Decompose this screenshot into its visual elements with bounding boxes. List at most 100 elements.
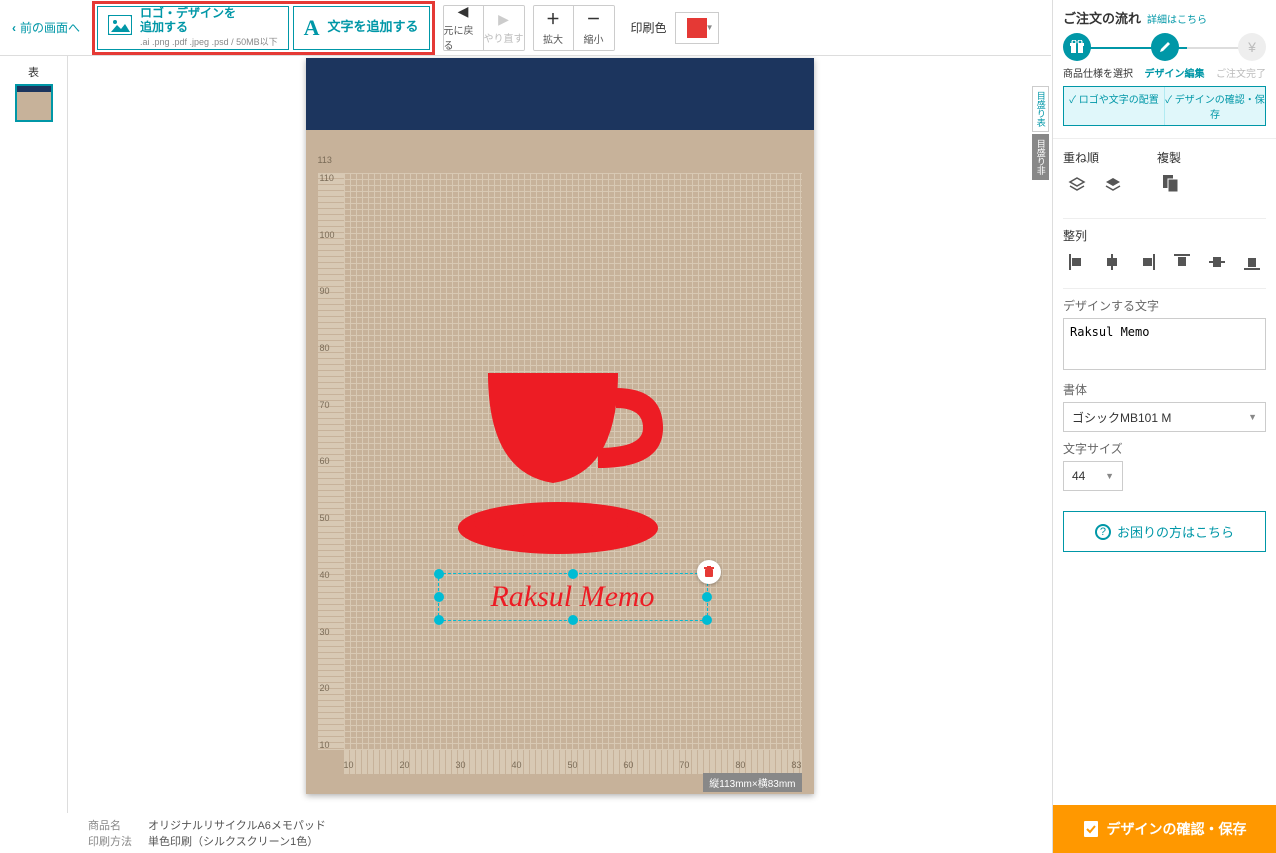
align-right-icon (1139, 254, 1155, 270)
thumb-front[interactable] (15, 84, 53, 122)
align-top-button[interactable] (1169, 248, 1196, 276)
send-backward-button[interactable] (1063, 170, 1091, 198)
align-left-icon (1069, 254, 1085, 270)
add-logo-label-1: ロゴ・デザインを (140, 7, 278, 21)
ruler-horizontal: 102030405060708083 (344, 750, 802, 774)
align-center-v-button[interactable] (1204, 248, 1231, 276)
color-swatch-red (687, 18, 707, 38)
resize-handle[interactable] (702, 615, 712, 625)
help-label: お困りの方はこちら (1117, 522, 1234, 541)
layers-back-icon (1068, 175, 1086, 193)
product-preview[interactable]: 113 110100908070605040302010 10203040506… (306, 58, 814, 794)
copy-icon (1163, 175, 1179, 193)
align-top-icon (1174, 254, 1190, 270)
layers-front-icon (1104, 175, 1122, 193)
resize-handle[interactable] (702, 592, 712, 602)
chevron-down-icon: ▼ (706, 23, 714, 32)
duplicate-label: 複製 (1157, 149, 1185, 166)
cup-icon (458, 373, 678, 563)
print-area: 113 110100908070605040302010 10203040506… (318, 173, 802, 774)
resize-handle[interactable] (568, 615, 578, 625)
right-panel: ご注文の流れ 詳細はこちら ¥ 商品仕様を選択 デザイン編集 ご注文完了 ロゴや… (1052, 0, 1276, 853)
add-text-button[interactable]: A 文字を追加する (293, 6, 430, 50)
question-icon: ? (1095, 524, 1111, 540)
step-1-label: 商品仕様を選択 (1063, 65, 1133, 80)
ruler-vertical: 110100908070605040302010 (318, 173, 344, 750)
product-top-band (306, 58, 814, 130)
top-toolbar: ‹ 前の画面へ ロゴ・デザインを 追加する .ai .png .pdf .jpe… (0, 0, 1051, 56)
plus-icon: ＋ (546, 9, 560, 29)
print-color-group: 印刷色 ▼ (631, 12, 719, 44)
zoom-out-button[interactable]: －縮小 (574, 6, 614, 50)
sub-tab-confirm[interactable]: デザインの確認・保存 (1164, 87, 1265, 125)
ruler-show-tab[interactable]: 目盛り表 (1032, 86, 1049, 132)
design-text-input[interactable] (1063, 318, 1266, 370)
align-bottom-button[interactable] (1239, 248, 1266, 276)
product-name-value: オリジナルリサイクルA6メモパッド (148, 817, 326, 833)
flow-title: ご注文の流れ (1063, 8, 1141, 27)
step-2-label: デザイン編集 (1145, 65, 1205, 80)
print-color-label: 印刷色 (631, 19, 667, 36)
page-thumbnails: 表 (0, 56, 68, 813)
minus-icon: － (587, 9, 601, 29)
logo-object[interactable] (458, 373, 678, 563)
print-method-value: 単色印刷（シルクスクリーン1色） (148, 833, 318, 849)
align-center-v-icon (1209, 254, 1225, 270)
font-size-select[interactable]: 44 ▼ (1063, 461, 1123, 491)
duplicate-button[interactable] (1157, 170, 1185, 198)
text-icon: A (304, 15, 320, 41)
gift-icon (1070, 40, 1084, 54)
zoom-in-button[interactable]: ＋拡大 (534, 6, 574, 50)
zoom-group: ＋拡大 －縮小 (533, 5, 615, 51)
align-right-button[interactable] (1133, 248, 1160, 276)
layer-label: 重ね順 (1063, 149, 1127, 166)
align-left-button[interactable] (1063, 248, 1090, 276)
print-method-key: 印刷方法 (88, 833, 138, 849)
step-1-icon (1063, 33, 1091, 61)
trash-icon (703, 566, 715, 578)
canvas-area: 113 110100908070605040302010 10203040506… (68, 56, 1051, 813)
bring-forward-button[interactable] (1099, 170, 1127, 198)
back-button[interactable]: ‹ 前の画面へ (8, 15, 84, 40)
pencil-icon (1158, 40, 1172, 54)
chevron-down-icon: ▼ (1105, 471, 1114, 481)
product-name-key: 商品名 (88, 817, 138, 833)
text-object-selected[interactable]: Raksul Memo (438, 573, 708, 621)
align-center-h-icon (1104, 254, 1120, 270)
help-button[interactable]: ? お困りの方はこちら (1063, 511, 1266, 552)
size-value: 44 (1072, 469, 1085, 483)
image-icon (108, 15, 132, 41)
resize-handle[interactable] (434, 615, 444, 625)
ruler-toggle-tabs: 目盛り表 目盛り非 (1032, 86, 1050, 182)
add-logo-button[interactable]: ロゴ・デザインを 追加する .ai .png .pdf .jpeg .psd /… (97, 6, 289, 50)
font-label: 書体 (1063, 381, 1266, 398)
text-object-value: Raksul Memo (490, 580, 654, 614)
font-select[interactable]: ゴシックMB101 M ▼ (1063, 402, 1266, 432)
resize-handle[interactable] (568, 569, 578, 579)
step-3-label: ご注文完了 (1216, 65, 1266, 80)
text-field-label: デザインする文字 (1063, 297, 1266, 314)
sub-tab-layout[interactable]: ロゴや文字の配置 (1064, 87, 1164, 125)
delete-object-button[interactable] (697, 560, 721, 584)
undo-redo-group: ◀元に戻る ▶やり直す (443, 5, 525, 51)
add-text-label: 文字を追加する (327, 20, 418, 35)
align-center-h-button[interactable] (1098, 248, 1125, 276)
resize-handle[interactable] (434, 569, 444, 579)
print-color-select[interactable]: ▼ (675, 12, 719, 44)
align-label: 整列 (1063, 227, 1266, 244)
thumb-front-label: 表 (28, 64, 39, 80)
document-check-icon (1083, 820, 1099, 838)
back-label: 前の画面へ (20, 19, 80, 36)
redo-button[interactable]: ▶やり直す (484, 6, 524, 50)
step-3-icon: ¥ (1238, 33, 1266, 61)
canvas-size-badge: 縦113mm×横83mm (703, 773, 801, 792)
chevron-left-icon: ‹ (12, 21, 16, 35)
flow-more-link[interactable]: 詳細はこちら (1147, 11, 1207, 26)
undo-button[interactable]: ◀元に戻る (444, 6, 484, 50)
font-value: ゴシックMB101 M (1072, 409, 1171, 426)
ruler-hide-tab[interactable]: 目盛り非 (1032, 134, 1049, 180)
properties-panel: 重ね順 複製 整列 デザインする文字 (1053, 139, 1276, 805)
undo-icon: ◀ (458, 5, 469, 21)
resize-handle[interactable] (434, 592, 444, 602)
confirm-save-button[interactable]: デザインの確認・保存 (1053, 805, 1276, 853)
